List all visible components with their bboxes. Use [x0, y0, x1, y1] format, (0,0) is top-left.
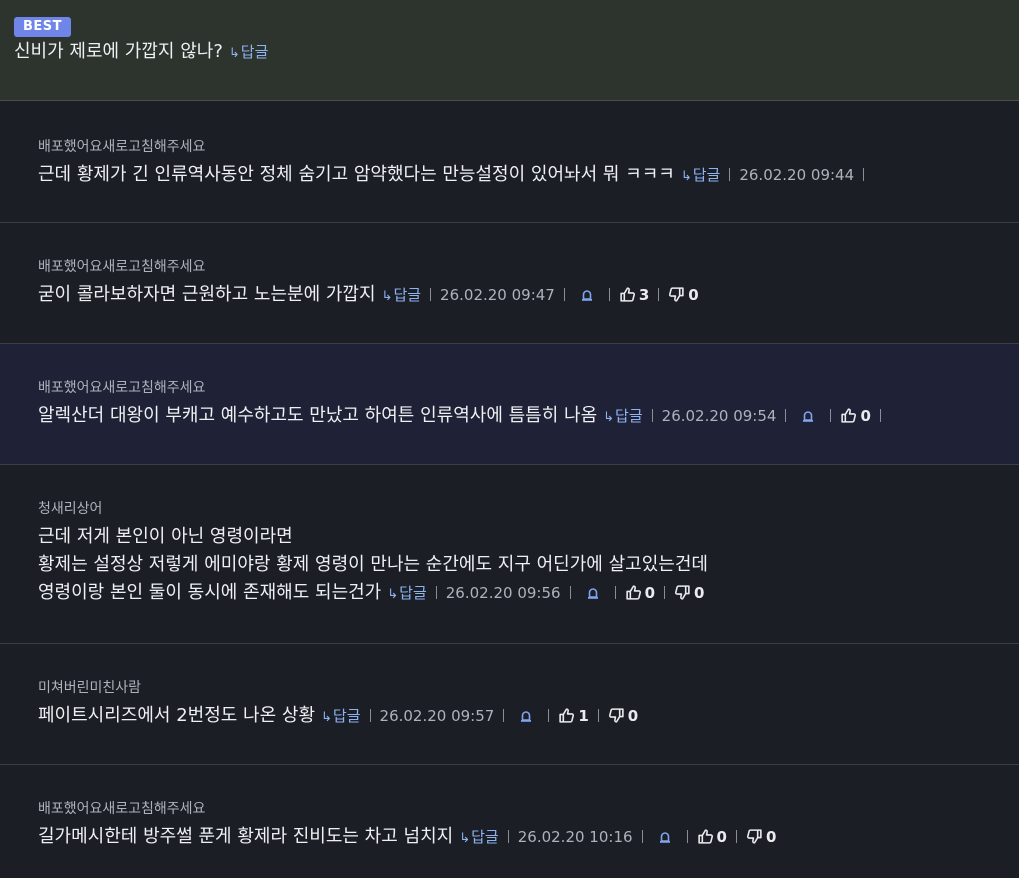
divider — [563, 288, 565, 301]
divider — [879, 409, 881, 422]
divider — [435, 586, 437, 599]
best-comment: BEST 신비가 제로에 가깝지 않나? ↳답글 — [0, 0, 1019, 101]
comment-author[interactable]: 배포했어요새로고침해주세요 — [38, 257, 1019, 277]
thumbs-down-icon — [746, 829, 762, 844]
comment-text-line: 근데 저게 본인이 아닌 영령이라면 — [38, 526, 293, 547]
thumbs-down-icon — [669, 287, 684, 302]
dislike-button[interactable]: 0 — [746, 828, 776, 846]
divider — [735, 830, 737, 843]
comment-text: 페이트시리즈에서 2번정도 나온 상황 — [38, 705, 316, 726]
report-bell-icon[interactable] — [580, 284, 594, 312]
comment-date: 26.02.20 09:54 — [661, 407, 777, 425]
divider — [664, 586, 665, 599]
comment-list: BEST 신비가 제로에 가깝지 않나? ↳답글 배포했어요새로고침해주세요 근데… — [0, 0, 1019, 878]
best-badge: BEST — [14, 17, 72, 37]
like-button[interactable]: 1 — [558, 707, 589, 725]
reply-link[interactable]: ↳답글 — [387, 584, 427, 602]
thumbs-up-icon — [625, 585, 641, 600]
comment-item: 청새리상어 근데 저게 본인이 아닌 영령이라면 황제는 설정상 저렇게 에미야… — [0, 465, 1019, 644]
divider — [597, 709, 599, 722]
thumbs-up-icon — [620, 287, 635, 302]
reply-link[interactable]: ↳답글 — [603, 407, 643, 425]
reply-arrow-icon: ↳ — [321, 710, 332, 725]
comment-item: 미쳐버린미친사람 페이트시리즈에서 2번정도 나온 상황 ↳답글 26.02.20 … — [0, 644, 1019, 765]
comment-date: 26.02.20 09:47 — [440, 286, 555, 304]
reply-link[interactable]: ↳답글 — [382, 286, 422, 304]
divider — [548, 709, 550, 722]
comment-item: 배포했어요새로고침해주세요 근데 황제가 긴 인류역사동안 정체 숨기고 암약했… — [0, 101, 1019, 223]
reply-link[interactable]: ↳답글 — [229, 43, 269, 61]
comment-author[interactable]: 배포했어요새로고침해주세요 — [38, 137, 1019, 157]
dislike-button[interactable]: 0 — [608, 707, 638, 725]
divider — [686, 830, 688, 843]
comment-author[interactable]: 미쳐버린미친사람 — [38, 678, 1019, 698]
divider — [641, 830, 643, 843]
divider — [863, 168, 865, 181]
like-button[interactable]: 0 — [697, 828, 727, 846]
divider — [569, 586, 571, 599]
reply-link[interactable]: ↳답글 — [459, 828, 499, 846]
reply-arrow-icon: ↳ — [459, 831, 471, 846]
divider — [729, 168, 731, 181]
divider — [608, 288, 610, 301]
comment-date: 26.02.20 09:57 — [379, 707, 495, 725]
comment-text: 길가메시한테 방주썰 푼게 황제라 진비도는 차고 넘치지 — [38, 826, 454, 847]
reply-arrow-icon: ↳ — [603, 410, 615, 425]
comment-date: 26.02.20 09:56 — [445, 584, 561, 602]
thumbs-up-icon — [841, 408, 857, 423]
thumbs-up-icon — [697, 829, 713, 844]
comment-date: 26.02.20 10:16 — [517, 828, 633, 846]
dislike-button[interactable]: 0 — [668, 286, 699, 304]
divider — [651, 409, 653, 422]
reply-arrow-icon: ↳ — [387, 587, 399, 602]
comment-author[interactable]: 배포했어요새로고침해주세요 — [38, 378, 1019, 398]
report-bell-icon[interactable] — [586, 582, 600, 610]
comment-date: 26.02.20 09:44 — [739, 166, 855, 184]
divider — [503, 709, 505, 722]
like-button[interactable]: 3 — [619, 286, 649, 304]
comment-text: 근데 황제가 긴 인류역사동안 정체 숨기고 암약했다는 만능설정이 있어놔서 … — [38, 164, 675, 185]
comment-text-line: 황제는 설정상 저렇게 에미야랑 황제 영령이 만나는 순간에도 지구 어딘가에… — [38, 554, 708, 575]
comment-author[interactable]: 청새리상어 — [38, 499, 1019, 519]
thumbs-up-icon — [559, 708, 575, 723]
comment-item: 배포했어요새로고침해주세요 알렉산더 대왕이 부캐고 예수하고도 만났고 하여튼… — [0, 344, 1019, 465]
report-bell-icon[interactable] — [801, 405, 815, 433]
report-bell-icon[interactable] — [519, 705, 533, 733]
divider — [369, 709, 371, 722]
divider — [658, 288, 660, 301]
report-bell-icon[interactable] — [658, 826, 672, 854]
comment-item: 배포했어요새로고침해주세요 굳이 콜라보하자면 근원하고 노는분에 가깝지 ↳답글… — [0, 223, 1019, 344]
divider — [830, 409, 832, 422]
comment-text: 굳이 콜라보하자면 근원하고 노는분에 가깝지 — [38, 284, 376, 305]
reply-arrow-icon: ↳ — [680, 169, 692, 184]
divider — [785, 409, 787, 422]
comment-item: 배포했어요새로고침해주세요 길가메시한테 방주썰 푼게 황제라 진비도는 차고 … — [0, 765, 1019, 878]
comment-text: 알렉산더 대왕이 부캐고 예수하고도 만났고 하여튼 인류역사에 틈틈히 나옴 — [38, 405, 598, 426]
reply-arrow-icon: ↳ — [381, 289, 393, 304]
reply-arrow-icon: ↳ — [228, 46, 240, 61]
thumbs-down-icon — [608, 708, 624, 723]
divider — [507, 830, 509, 843]
comment-text: 신비가 제로에 가깝지 않나? — [14, 41, 223, 62]
dislike-button[interactable]: 0 — [674, 584, 704, 602]
like-button[interactable]: 0 — [625, 584, 655, 602]
divider — [430, 288, 432, 301]
reply-link[interactable]: ↳답글 — [681, 166, 721, 184]
divider — [614, 586, 616, 599]
comment-text-line: 영령이랑 본인 둘이 동시에 존재해도 되는건가 — [38, 582, 382, 603]
like-button[interactable]: 0 — [840, 407, 871, 425]
comment-author[interactable]: 배포했어요새로고침해주세요 — [38, 799, 1019, 819]
reply-link[interactable]: ↳답글 — [321, 707, 361, 725]
thumbs-down-icon — [674, 585, 690, 600]
